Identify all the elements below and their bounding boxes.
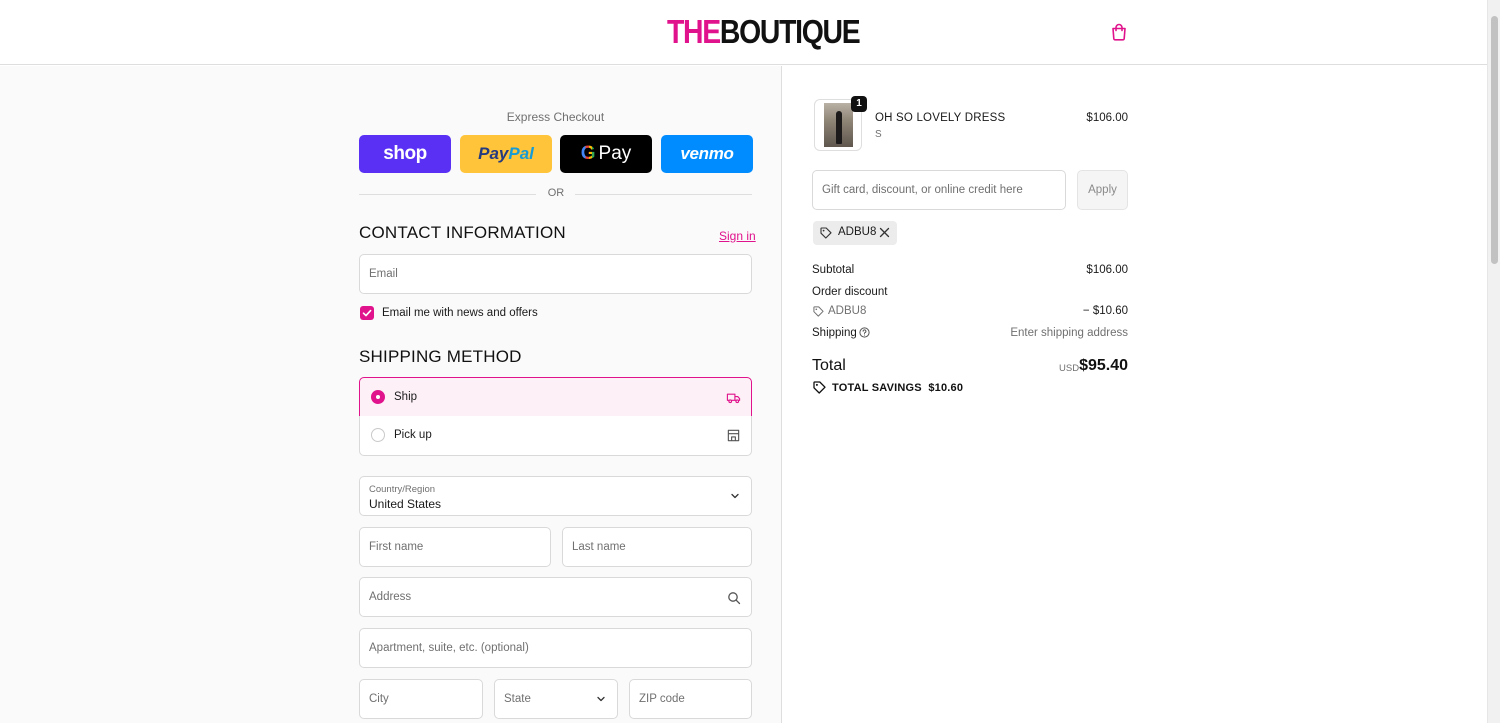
newsletter-checkbox[interactable] (360, 306, 374, 320)
chevron-down-icon (731, 493, 739, 499)
zip-placeholder: ZIP code (639, 693, 685, 705)
or-divider-right (575, 194, 752, 195)
venmo-label: venmo (680, 144, 734, 163)
scrollbar-thumb[interactable] (1491, 16, 1498, 264)
shipping-option-pickup[interactable]: Pick up (359, 416, 752, 456)
order-discount-label: Order discount (812, 286, 888, 298)
ship-radio[interactable] (371, 390, 385, 404)
discount-code-label: ADBU8 (828, 305, 867, 317)
shopping-bag-icon[interactable] (1109, 22, 1129, 42)
google-g-icon: G (580, 143, 596, 164)
tag-icon (820, 227, 832, 239)
shop-pay-button[interactable]: shop (359, 135, 451, 173)
sign-in-link[interactable]: Sign in (719, 229, 756, 243)
site-header: THEBOUTIQUE (0, 0, 1487, 65)
address-placeholder: Address (369, 591, 412, 603)
last-name-field[interactable]: Last name (562, 527, 752, 567)
or-divider-text: OR (547, 187, 565, 199)
email-placeholder: Email (369, 268, 398, 280)
ship-label: Ship (394, 391, 418, 403)
product-image-figure (836, 111, 842, 144)
store-icon (727, 429, 740, 442)
discount-code-input[interactable]: Gift card, discount, or online credit he… (812, 170, 1066, 210)
total-savings-label: TOTAL SAVINGS (832, 382, 922, 394)
first-name-field[interactable]: First name (359, 527, 551, 567)
product-image (824, 103, 853, 147)
help-circle-icon[interactable] (859, 327, 870, 338)
applied-code: ADBU8 (838, 226, 877, 238)
first-name-placeholder: First name (369, 541, 424, 553)
address-field[interactable]: Address (359, 577, 752, 617)
shipping-label: Shipping (812, 327, 857, 339)
product-variant: S (875, 129, 882, 140)
zip-field[interactable]: ZIP code (629, 679, 752, 719)
shop-pay-label: shop (383, 143, 427, 164)
discount-value: − $10.60 (1082, 305, 1128, 317)
venmo-button[interactable]: venmo (661, 135, 753, 173)
paypal-label-pal: Pal (508, 144, 534, 163)
discount-placeholder: Gift card, discount, or online credit he… (822, 184, 1023, 196)
shipping-value: Enter shipping address (1010, 327, 1128, 339)
logo-boutique: BOUTIQUE (719, 13, 861, 50)
country-select[interactable]: Country/Region United States (359, 476, 752, 516)
store-logo[interactable]: THEBOUTIQUE (667, 13, 861, 50)
pickup-radio[interactable] (371, 428, 385, 442)
email-field[interactable]: Email (359, 254, 752, 294)
shipping-method-title: SHIPPING METHOD (359, 347, 522, 366)
express-checkout-title: Express Checkout (506, 110, 605, 124)
state-select[interactable]: State (494, 679, 618, 719)
city-field[interactable]: City (359, 679, 483, 719)
google-pay-button[interactable]: G Pay (560, 135, 652, 173)
pickup-label: Pick up (394, 429, 432, 441)
paypal-button[interactable]: Pay Pal (460, 135, 552, 173)
savings-tag-icon (813, 381, 826, 394)
remove-discount-icon[interactable] (879, 227, 890, 238)
shipping-option-ship[interactable]: Ship (359, 377, 752, 417)
product-name: OH SO LOVELY DRESS (875, 112, 1006, 124)
city-placeholder: City (369, 693, 389, 705)
total-savings: TOTAL SAVINGS $10.60 (832, 382, 963, 394)
quantity-badge: 1 (851, 96, 867, 112)
apartment-field[interactable]: Apartment, suite, etc. (optional) (359, 628, 752, 668)
or-divider-left (359, 194, 536, 195)
search-icon (728, 592, 741, 605)
country-value: United States (369, 497, 442, 511)
subtotal-label: Subtotal (812, 264, 855, 276)
paypal-label-pay: Pay (478, 144, 509, 163)
total-value: $95.40 (1079, 357, 1128, 374)
product-price: $106.00 (1086, 112, 1128, 124)
google-pay-label: Pay (598, 143, 632, 164)
contact-section-title: CONTACT INFORMATION (359, 223, 566, 242)
discount-tag-icon (813, 306, 824, 317)
page-scrollbar[interactable] (1487, 0, 1500, 723)
truck-icon (726, 393, 741, 404)
total-label: Total (812, 357, 846, 374)
checkout-form-column: Express Checkout shop Pay Pal G Pay venmo … (0, 66, 782, 723)
applied-discount-chip: ADBU8 (813, 221, 897, 245)
newsletter-label: Email me with news and offers (382, 307, 538, 319)
order-summary-column: 1 OH SO LOVELY DRESS S $106.00 Gift card… (783, 66, 1487, 723)
apartment-placeholder: Apartment, suite, etc. (optional) (369, 642, 529, 654)
total-currency: USD (1059, 363, 1080, 374)
country-label: Country/Region (369, 484, 436, 495)
apply-discount-button[interactable]: Apply (1077, 170, 1128, 210)
logo-the: THE (667, 13, 721, 50)
state-placeholder: State (504, 693, 531, 705)
subtotal-value: $106.00 (1086, 264, 1128, 276)
chevron-down-icon (597, 696, 605, 702)
checkmark-icon (362, 309, 372, 317)
total-savings-value: $10.60 (928, 382, 964, 394)
last-name-placeholder: Last name (572, 541, 626, 553)
